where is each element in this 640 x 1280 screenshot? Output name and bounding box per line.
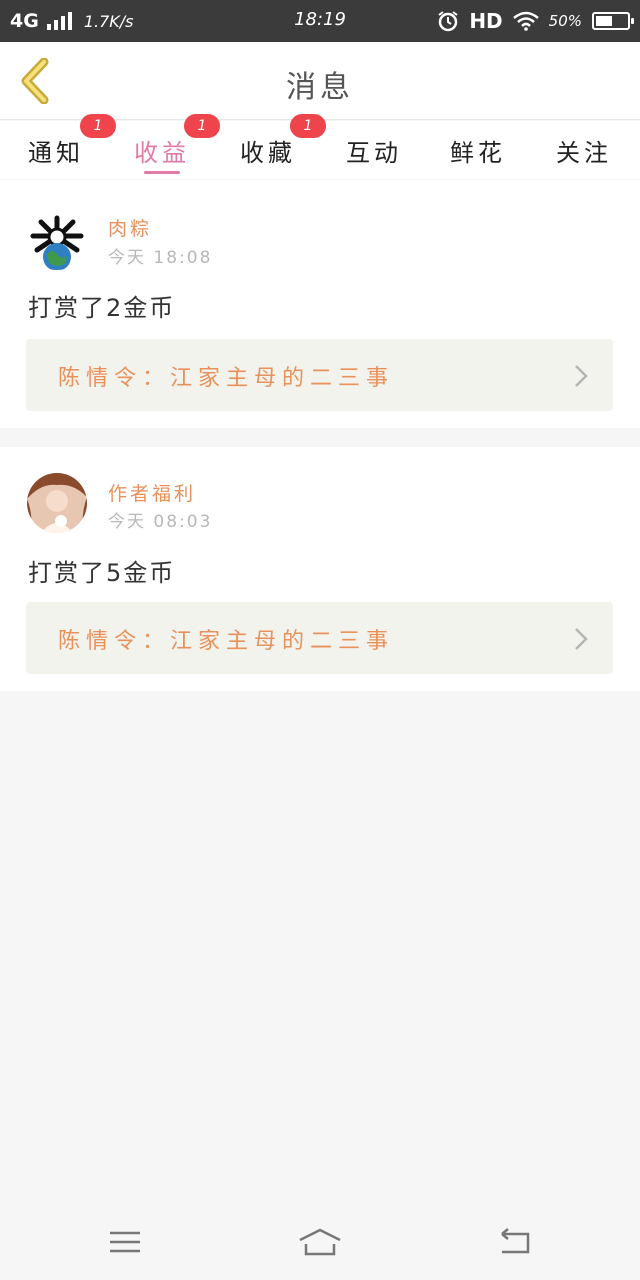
message-text: 打赏了2金币 bbox=[28, 294, 176, 322]
tab-following[interactable]: 关注 bbox=[534, 121, 634, 179]
book-title: 陈情令：江家主母的二三事 bbox=[58, 629, 395, 654]
wifi-icon bbox=[512, 11, 539, 31]
username[interactable]: 作者福利 bbox=[108, 479, 196, 506]
tab-favorites[interactable]: 收藏 1 bbox=[218, 114, 326, 179]
timestamp: 今天 18:08 bbox=[108, 248, 213, 268]
tab-interactions[interactable]: 互动 bbox=[324, 121, 424, 179]
message-text: 打赏了5金币 bbox=[28, 559, 176, 587]
book-link[interactable]: 陈情令：江家主母的二三事 bbox=[26, 602, 613, 674]
menu-icon[interactable] bbox=[104, 1224, 148, 1260]
page-title: 消息 bbox=[286, 70, 354, 105]
battery-percent: 50% bbox=[548, 12, 582, 30]
hd-indicator: HD bbox=[469, 9, 503, 33]
tab-flowers[interactable]: 鲜花 bbox=[428, 121, 528, 179]
timestamp: 今天 08:03 bbox=[108, 512, 213, 532]
tab-label: 收藏 bbox=[240, 139, 296, 167]
avatar[interactable] bbox=[27, 473, 87, 533]
header: 消息 bbox=[0, 42, 640, 120]
message-card: 作者福利 今天 08:03 打赏了5金币 陈情令：江家主母的二三事 bbox=[0, 447, 640, 691]
message-card: 肉粽 今天 18:08 打赏了2金币 陈情令：江家主母的二三事 bbox=[0, 180, 640, 428]
tab-bar: 通知 1 收益 1 收藏 1 互动 鲜花 关注 bbox=[0, 114, 640, 179]
home-icon[interactable] bbox=[298, 1224, 342, 1260]
system-nav-bar bbox=[0, 1204, 640, 1280]
username[interactable]: 肉粽 bbox=[108, 214, 152, 241]
tab-label: 通知 bbox=[28, 139, 84, 167]
tab-label: 关注 bbox=[556, 139, 612, 167]
alarm-icon bbox=[438, 11, 458, 32]
chevron-right-icon bbox=[575, 365, 588, 387]
chevron-right-icon bbox=[575, 628, 588, 650]
badge: 1 bbox=[184, 114, 220, 138]
tab-notifications[interactable]: 通知 1 bbox=[6, 114, 116, 179]
back-nav-icon[interactable] bbox=[494, 1224, 538, 1260]
tab-label: 收益 bbox=[134, 139, 190, 167]
active-tab-indicator bbox=[144, 171, 180, 174]
badge: 1 bbox=[290, 114, 326, 138]
book-link[interactable]: 陈情令：江家主母的二三事 bbox=[26, 339, 613, 411]
badge: 1 bbox=[80, 114, 116, 138]
tab-earnings[interactable]: 收益 1 bbox=[112, 114, 220, 179]
avatar[interactable] bbox=[27, 210, 87, 270]
battery-icon bbox=[592, 12, 634, 30]
status-bar: 4G 1.7K/s 18:19 HD 50% bbox=[0, 0, 640, 42]
tab-label: 鲜花 bbox=[450, 139, 506, 167]
tab-label: 互动 bbox=[346, 139, 402, 167]
book-title: 陈情令：江家主母的二三事 bbox=[58, 366, 395, 391]
